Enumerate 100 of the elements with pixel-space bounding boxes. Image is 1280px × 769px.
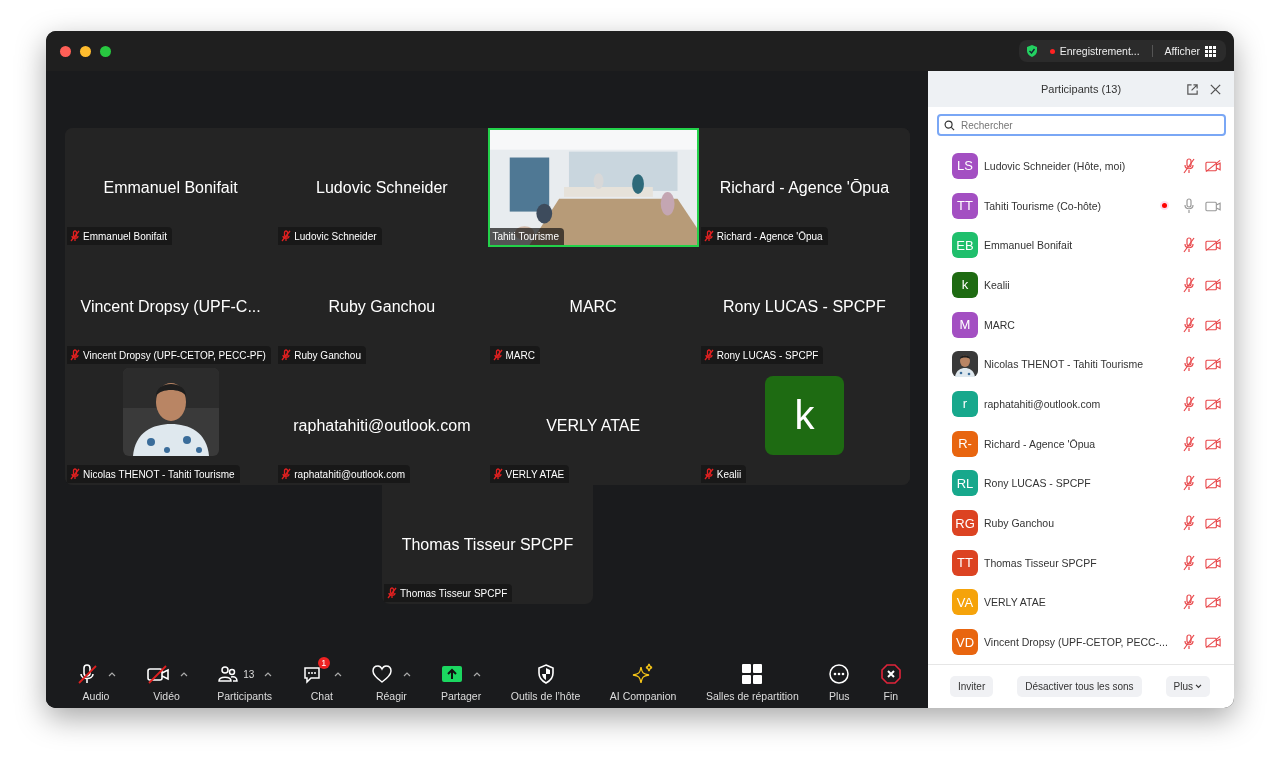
panel-title: Participants (13)	[1040, 83, 1122, 95]
tile-name: Thomas Tisseur SPCPF	[400, 587, 508, 599]
sparkle-icon	[632, 663, 655, 685]
caret-icon[interactable]	[473, 671, 482, 677]
avatar: TT	[952, 192, 978, 219]
participant-name: MARC	[984, 318, 1016, 331]
participant-name: Thomas Tisseur SPCPF	[401, 535, 574, 554]
participant-name: Ludovic Schneider (Hôte, moi)	[984, 159, 1127, 172]
caret-icon[interactable]	[264, 671, 273, 677]
avatar: VD	[952, 629, 978, 656]
participant-name: Vincent Dropsy (UPF-C...	[80, 297, 261, 316]
toolbar-button[interactable]: Plus	[824, 654, 855, 702]
tile-name: Nicolas THENOT - Tahiti Tourisme	[83, 468, 235, 480]
grid-icon[interactable]	[1205, 45, 1216, 57]
tile-name: Emmanuel Bonifait	[83, 230, 167, 242]
toolbar-button[interactable]: 1 Chat	[297, 654, 346, 702]
end-icon	[879, 663, 902, 685]
toolbar-button[interactable]: Vidéo	[141, 654, 192, 702]
participant-name: Ludovic Schneider	[316, 178, 448, 197]
more-icon	[828, 663, 851, 685]
participant-row[interactable]: EB Emmanuel Bonifait	[952, 225, 1222, 266]
search-icon	[944, 120, 955, 131]
participant-row[interactable]: VD Vincent Dropsy (UPF-CETOP, PECC-...	[952, 622, 1222, 662]
participant-name: Ruby Ganchou	[984, 517, 1056, 530]
tile-name: Ruby Ganchou	[294, 349, 361, 361]
participant-row[interactable]: LS Ludovic Schneider (Hôte, moi)	[952, 146, 1222, 186]
pop-out-icon[interactable]	[1186, 83, 1199, 96]
participant-name: Thomas Tisseur SPCPF	[984, 556, 1098, 569]
toolbar-button[interactable]: Salles de répartition	[701, 654, 803, 702]
avatar: TT	[952, 549, 978, 576]
participant-name: VERLY ATAE	[546, 416, 641, 435]
participant-row[interactable]: k Kealii	[952, 265, 1222, 305]
participant-row[interactable]: TT Tahiti Tourisme (Co-hôte)	[952, 185, 1222, 226]
close-icon[interactable]	[1209, 83, 1222, 96]
avatar: k	[764, 376, 844, 455]
participant-name: Nicolas THENOT - Tahiti Tourisme	[984, 358, 1145, 371]
participant-name: Kealii	[984, 278, 1011, 291]
footer-button[interactable]: Désactiver tous les sons	[1017, 676, 1142, 697]
search-field[interactable]: Rechercher	[937, 114, 1226, 136]
tile-name: Kealii	[716, 468, 742, 480]
participant-row[interactable]: RG Ruby Ganchou	[952, 503, 1222, 543]
video-tile[interactable]: Thomas Tisseur SPCPF Thomas Tisseur SPCPF	[382, 485, 593, 604]
toolbar-button[interactable]: Fin	[875, 654, 906, 702]
avatar: LS	[952, 152, 978, 179]
video-tile[interactable]: Tahiti Tourisme	[487, 128, 699, 247]
participant-name: Vincent Dropsy (UPF-CETOP, PECC-...	[984, 636, 1169, 649]
participant-name: Richard - Agence 'Ōpua	[984, 437, 1097, 450]
avatar: EB	[952, 232, 978, 259]
chevron-icon	[1195, 684, 1202, 689]
tile-name: Vincent Dropsy (UPF-CETOP, PECC-PF)	[83, 349, 266, 361]
toolbar-button[interactable]: Audio	[72, 654, 120, 702]
participant-row[interactable]: RL Rony LUCAS - SPCPF	[952, 463, 1222, 504]
recording-label[interactable]: Enregistrement...	[1059, 45, 1140, 57]
view-label[interactable]: Afficher	[1164, 45, 1200, 57]
participant-count: 13	[243, 668, 255, 680]
participant-name: MARC	[569, 297, 617, 316]
toolbar-button[interactable]: 13 Participants	[213, 654, 277, 702]
recording-dot	[1049, 48, 1055, 54]
avatar: VA	[952, 589, 978, 616]
participant-row[interactable]: M MARC	[952, 304, 1222, 345]
microphone-icon	[76, 663, 98, 685]
unread-badge: 1	[317, 657, 330, 669]
avatar: RL	[952, 470, 978, 497]
tile-name: MARC	[505, 349, 535, 361]
avatar: M	[952, 311, 978, 338]
toolbar-button[interactable]: AI Companion	[605, 654, 681, 702]
tile-name: VERLY ATAE	[505, 468, 565, 480]
footer-button[interactable]: Plus	[1165, 676, 1210, 697]
tile-name: Rony LUCAS - SPCPF	[716, 349, 819, 361]
participant-name: Ruby Ganchou	[328, 297, 436, 316]
avatar: k	[952, 271, 978, 298]
close-button[interactable]	[60, 45, 71, 57]
toolbar-button[interactable]: Partager	[436, 654, 486, 702]
tile-name: raphatahiti@outlook.com	[294, 468, 406, 480]
avatar: RG	[952, 510, 978, 537]
footer-button[interactable]: Inviter	[950, 676, 994, 697]
toolbar-button[interactable]: Outils de l’hôte	[506, 654, 585, 702]
minimize-button[interactable]	[80, 45, 91, 57]
camera-icon	[145, 663, 170, 685]
participant-row[interactable]: VA VERLY ATAE	[952, 582, 1222, 623]
caret-icon[interactable]	[333, 671, 342, 677]
participant-name: Rony LUCAS - SPCPF	[723, 297, 886, 316]
caret-icon[interactable]	[108, 671, 116, 677]
participant-row[interactable]: Nicolas THENOT - Tahiti Tourisme	[952, 344, 1222, 385]
caret-icon[interactable]	[179, 671, 188, 677]
participant-name: Tahiti Tourisme (Co-hôte)	[984, 199, 1103, 212]
participant-name: VERLY ATAE	[984, 596, 1047, 609]
caret-icon[interactable]	[403, 671, 412, 677]
participant-row[interactable]: TT Thomas Tisseur SPCPF	[952, 542, 1222, 583]
toolbar-button[interactable]: Réagir	[367, 654, 416, 702]
tile-name: Richard - Agence 'Ōpua	[716, 230, 823, 242]
tile-name: Tahiti Tourisme	[492, 231, 559, 242]
participant-row[interactable]: r raphatahiti@outlook.com	[952, 384, 1222, 424]
avatar: r	[952, 390, 978, 417]
zoom-button[interactable]	[100, 45, 111, 57]
participant-name: raphatahiti@outlook.com	[293, 416, 471, 435]
avatar: R-	[952, 430, 978, 457]
participant-name: Emmanuel Bonifait	[103, 178, 238, 197]
participant-row[interactable]: R- Richard - Agence 'Ōpua	[952, 423, 1222, 464]
grid-icon	[741, 663, 764, 685]
